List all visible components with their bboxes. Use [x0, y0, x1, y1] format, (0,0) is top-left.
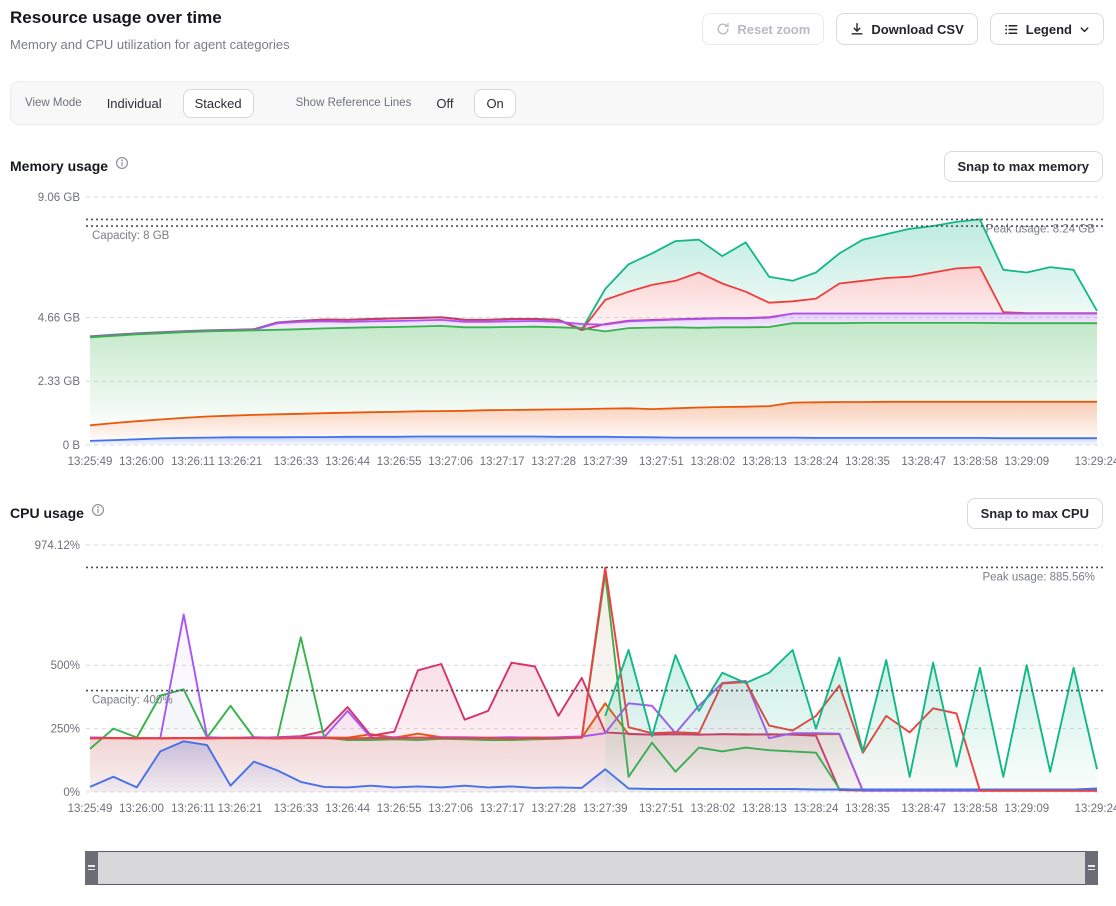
svg-text:13:26:00: 13:26:00: [119, 803, 164, 815]
reference-lines-on[interactable]: On: [474, 89, 515, 118]
svg-text:0%: 0%: [63, 787, 80, 799]
svg-text:Capacity: 8 GB: Capacity: 8 GB: [92, 230, 170, 242]
svg-text:13:26:44: 13:26:44: [325, 456, 370, 468]
header-actions: Reset zoom Download CSV Legend: [702, 13, 1104, 45]
chevron-down-icon: [1079, 24, 1090, 35]
svg-text:13:28:13: 13:28:13: [742, 456, 787, 468]
svg-text:9.06 GB: 9.06 GB: [38, 192, 81, 204]
svg-text:0 B: 0 B: [63, 440, 81, 452]
svg-text:13:27:51: 13:27:51: [639, 803, 684, 815]
svg-text:13:29:09: 13:29:09: [1004, 803, 1049, 815]
svg-text:13:26:55: 13:26:55: [377, 456, 422, 468]
svg-text:13:26:00: 13:26:00: [119, 456, 164, 468]
svg-text:13:26:21: 13:26:21: [217, 456, 262, 468]
svg-text:13:28:02: 13:28:02: [691, 803, 736, 815]
svg-text:13:28:02: 13:28:02: [691, 456, 736, 468]
time-range-brush[interactable]: [85, 851, 1097, 885]
chart-controls-toolbar: View Mode Individual Stacked Show Refere…: [10, 81, 1104, 125]
view-mode-individual[interactable]: Individual: [96, 90, 173, 117]
svg-text:13:25:49: 13:25:49: [68, 803, 113, 815]
dashboard: Resource usage over time Memory and CPU …: [0, 0, 1116, 906]
svg-text:13:27:17: 13:27:17: [480, 803, 525, 815]
page-title: Resource usage over time: [10, 8, 222, 28]
svg-text:13:27:39: 13:27:39: [583, 456, 628, 468]
svg-text:13:26:21: 13:26:21: [217, 803, 262, 815]
legend-button[interactable]: Legend: [990, 13, 1104, 45]
svg-text:Capacity: 400%: Capacity: 400%: [92, 695, 173, 707]
list-icon: [1004, 22, 1019, 37]
svg-text:13:27:51: 13:27:51: [639, 456, 684, 468]
svg-text:13:28:47: 13:28:47: [901, 456, 946, 468]
svg-text:13:26:11: 13:26:11: [171, 803, 215, 815]
brush-handle-left[interactable]: [85, 851, 98, 885]
svg-text:13:27:28: 13:27:28: [531, 803, 576, 815]
svg-text:13:28:58: 13:28:58: [953, 456, 998, 468]
svg-text:13:27:17: 13:27:17: [480, 456, 525, 468]
view-mode-label: View Mode: [25, 97, 82, 109]
info-icon[interactable]: [91, 503, 105, 522]
reset-zoom-button[interactable]: Reset zoom: [702, 13, 824, 45]
svg-text:13:29:24: 13:29:24: [1075, 803, 1116, 815]
svg-text:13:26:11: 13:26:11: [171, 456, 215, 468]
svg-text:13:25:49: 13:25:49: [68, 456, 113, 468]
memory-section-header: Memory usage: [10, 156, 129, 175]
svg-text:13:29:24: 13:29:24: [1075, 456, 1116, 468]
svg-text:13:28:47: 13:28:47: [901, 803, 946, 815]
svg-text:13:27:06: 13:27:06: [428, 803, 473, 815]
svg-text:13:27:28: 13:27:28: [531, 456, 576, 468]
svg-text:13:26:33: 13:26:33: [274, 456, 319, 468]
svg-text:500%: 500%: [51, 660, 80, 672]
reset-zoom-label: Reset zoom: [737, 22, 810, 37]
page-subtitle: Memory and CPU utilization for agent cat…: [10, 37, 290, 52]
download-csv-button[interactable]: Download CSV: [836, 13, 977, 45]
reference-lines-label: Show Reference Lines: [296, 97, 412, 109]
view-mode-stacked[interactable]: Stacked: [183, 89, 254, 118]
cpu-section-header: CPU usage: [10, 503, 105, 522]
memory-title: Memory usage: [10, 158, 108, 174]
svg-text:4.66 GB: 4.66 GB: [38, 312, 81, 324]
download-icon: [850, 22, 864, 36]
svg-text:13:28:35: 13:28:35: [845, 456, 890, 468]
info-icon[interactable]: [115, 156, 129, 175]
memory-usage-chart[interactable]: 9.06 GB 4.66 GB 2.33 GB 0 B 13:25:49 13:26:00…: [0, 185, 1116, 485]
svg-text:250%: 250%: [51, 724, 80, 736]
brush-handle-right[interactable]: [1085, 851, 1098, 885]
svg-text:13:27:39: 13:27:39: [583, 803, 628, 815]
svg-text:Peak usage: 885.56%: Peak usage: 885.56%: [982, 571, 1095, 583]
svg-text:2.33 GB: 2.33 GB: [38, 376, 81, 388]
snap-to-max-cpu-button[interactable]: Snap to max CPU: [967, 498, 1103, 529]
svg-text:13:28:24: 13:28:24: [794, 803, 839, 815]
cpu-usage-chart[interactable]: 974.12% 500% 250% 0% 13:25:49 13:26:00 13:26:1…: [0, 530, 1116, 830]
download-csv-label: Download CSV: [871, 22, 963, 37]
svg-text:13:26:44: 13:26:44: [325, 803, 370, 815]
refresh-icon: [716, 22, 730, 36]
cpu-title: CPU usage: [10, 505, 84, 521]
reference-lines-off[interactable]: Off: [425, 90, 464, 117]
svg-text:13:28:24: 13:28:24: [794, 456, 839, 468]
svg-text:974.12%: 974.12%: [35, 540, 80, 552]
svg-text:13:28:13: 13:28:13: [742, 803, 787, 815]
svg-text:13:29:09: 13:29:09: [1004, 456, 1049, 468]
svg-text:13:27:06: 13:27:06: [428, 456, 473, 468]
svg-text:13:26:33: 13:26:33: [274, 803, 319, 815]
svg-text:13:28:58: 13:28:58: [953, 803, 998, 815]
snap-to-max-memory-button[interactable]: Snap to max memory: [944, 151, 1104, 182]
legend-label: Legend: [1026, 22, 1072, 37]
svg-text:13:26:55: 13:26:55: [377, 803, 422, 815]
svg-text:13:28:35: 13:28:35: [845, 803, 890, 815]
